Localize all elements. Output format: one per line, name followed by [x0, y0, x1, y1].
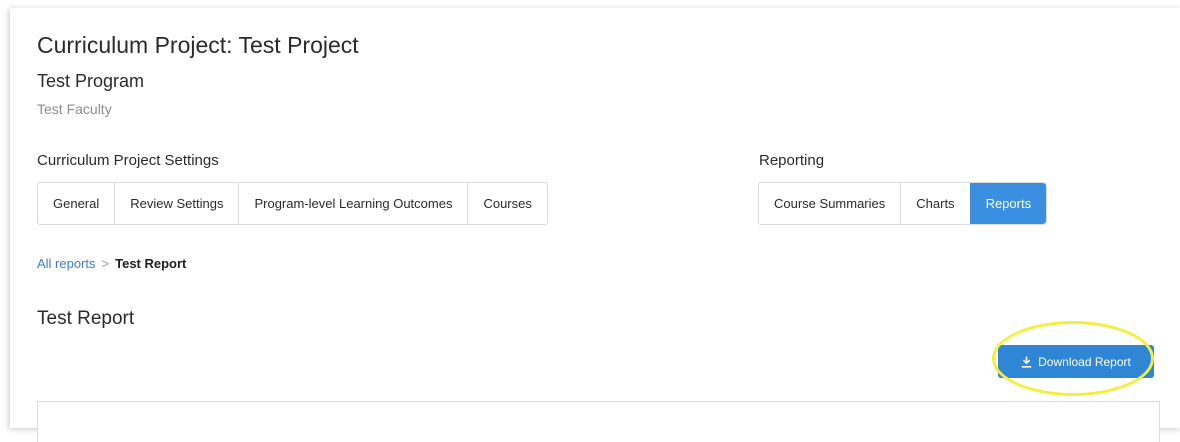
breadcrumb-current: Test Report [115, 256, 187, 271]
download-report-label: Download Report [1038, 354, 1131, 369]
page-title: Curriculum Project: Test Project [37, 32, 359, 58]
breadcrumb: All reports > Test Report [37, 256, 186, 271]
reporting-tab-group: Course Summaries Charts Reports [758, 182, 1048, 225]
breadcrumb-all-reports-link[interactable]: All reports [37, 256, 96, 271]
tab-courses[interactable]: Courses [467, 183, 546, 224]
breadcrumb-separator: > [101, 256, 110, 271]
reporting-section-label: Reporting [759, 152, 825, 169]
download-report-button[interactable]: Download Report [998, 345, 1154, 378]
download-icon [1021, 356, 1032, 368]
faculty-name: Test Faculty [37, 101, 112, 117]
program-name: Test Program [37, 71, 145, 91]
tab-reports[interactable]: Reports [969, 183, 1047, 224]
report-title: Test Report [37, 308, 135, 329]
tab-review-settings[interactable]: Review Settings [114, 183, 238, 224]
project-card-content: Curriculum Project: Test Project Test Pr… [37, 8, 1180, 442]
tab-program-level-learning-outcomes[interactable]: Program-level Learning Outcomes [238, 183, 467, 224]
settings-section-label: Curriculum Project Settings [37, 152, 219, 169]
tab-course-summaries[interactable]: Course Summaries [759, 183, 900, 224]
report-content-panel [37, 401, 1160, 442]
project-card: Curriculum Project: Test Project Test Pr… [10, 8, 1180, 442]
settings-tab-group: General Review Settings Program-level Le… [37, 182, 548, 225]
tab-general[interactable]: General [38, 183, 114, 224]
tab-charts[interactable]: Charts [900, 183, 969, 224]
